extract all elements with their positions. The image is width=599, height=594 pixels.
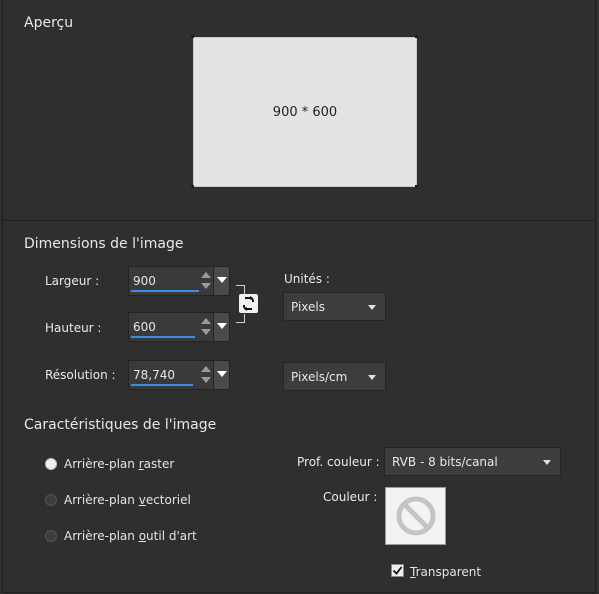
- chevron-down-icon: [217, 323, 227, 329]
- color-depth-combo[interactable]: RVB - 8 bits/canal: [384, 447, 561, 476]
- section-divider: [3, 220, 595, 221]
- color-depth-label: Prof. couleur :: [297, 455, 380, 469]
- link-chain-icon: [243, 296, 254, 311]
- resolution-dropdown-button[interactable]: [213, 361, 229, 389]
- color-label: Couleur :: [323, 490, 378, 504]
- units-combo[interactable]: Pixels: [283, 292, 386, 321]
- preview-title: Aperçu: [24, 15, 74, 31]
- background-color-swatch[interactable]: [385, 487, 446, 545]
- width-spinbox[interactable]: 900: [128, 266, 230, 296]
- height-focus-underline: [131, 336, 195, 338]
- art-media-background-label[interactable]: Arrière-plan outil d'art: [64, 529, 197, 543]
- preview-corner-tr: [415, 35, 418, 38]
- units-value: Pixels: [291, 300, 326, 314]
- vector-background-label[interactable]: Arrière-plan vectoriel: [64, 493, 191, 507]
- chevron-down-icon: [217, 371, 227, 377]
- raster-background-label[interactable]: Arrière-plan raster: [64, 457, 174, 471]
- resolution-label: Résolution :: [45, 368, 116, 382]
- checkmark-icon: [392, 566, 403, 575]
- height-value[interactable]: 600: [133, 320, 156, 334]
- preview-canvas: 900 * 600: [193, 37, 417, 187]
- resolution-units-value: Pixels/cm: [291, 370, 348, 384]
- chevron-down-icon: [217, 277, 227, 283]
- height-stepper[interactable]: [199, 315, 213, 339]
- width-stepper[interactable]: [199, 269, 213, 293]
- transparent-checkbox[interactable]: [391, 564, 404, 577]
- width-label: Largeur :: [45, 274, 100, 288]
- units-label: Unités :: [284, 272, 330, 286]
- link-bracket-bottom: [236, 314, 245, 323]
- prohibited-icon: [396, 496, 435, 536]
- chevron-down-icon: [368, 305, 376, 310]
- link-bracket-top: [236, 285, 245, 294]
- color-depth-value: RVB - 8 bits/canal: [392, 455, 498, 469]
- transparent-label[interactable]: Transparent: [410, 565, 481, 579]
- resolution-spinbox[interactable]: 78,740: [128, 360, 230, 390]
- characteristics-title: Caractéristiques de l'image: [24, 417, 217, 433]
- preview-corner-tl: [191, 35, 194, 38]
- preview-corner-br: [415, 185, 418, 188]
- maintain-ratio-button[interactable]: [239, 294, 258, 313]
- resolution-units-combo[interactable]: Pixels/cm: [283, 362, 386, 391]
- height-label: Hauteur :: [45, 321, 102, 335]
- chevron-down-icon: [368, 375, 376, 380]
- chevron-down-icon: [543, 460, 551, 465]
- vector-background-radio[interactable]: [45, 494, 57, 506]
- width-value[interactable]: 900: [133, 274, 156, 288]
- resolution-value[interactable]: 78,740: [133, 368, 175, 382]
- resolution-stepper[interactable]: [199, 363, 213, 387]
- raster-background-radio[interactable]: [45, 458, 57, 470]
- resolution-focus-underline: [131, 384, 193, 386]
- preview-size-text: 900 * 600: [272, 104, 338, 120]
- width-focus-underline: [131, 290, 199, 292]
- preview-corner-bl: [191, 185, 194, 188]
- height-dropdown-button[interactable]: [213, 313, 229, 341]
- dimensions-title: Dimensions de l'image: [24, 236, 184, 252]
- width-dropdown-button[interactable]: [213, 267, 229, 295]
- art-media-background-radio[interactable]: [45, 530, 57, 542]
- height-spinbox[interactable]: 600: [128, 312, 230, 342]
